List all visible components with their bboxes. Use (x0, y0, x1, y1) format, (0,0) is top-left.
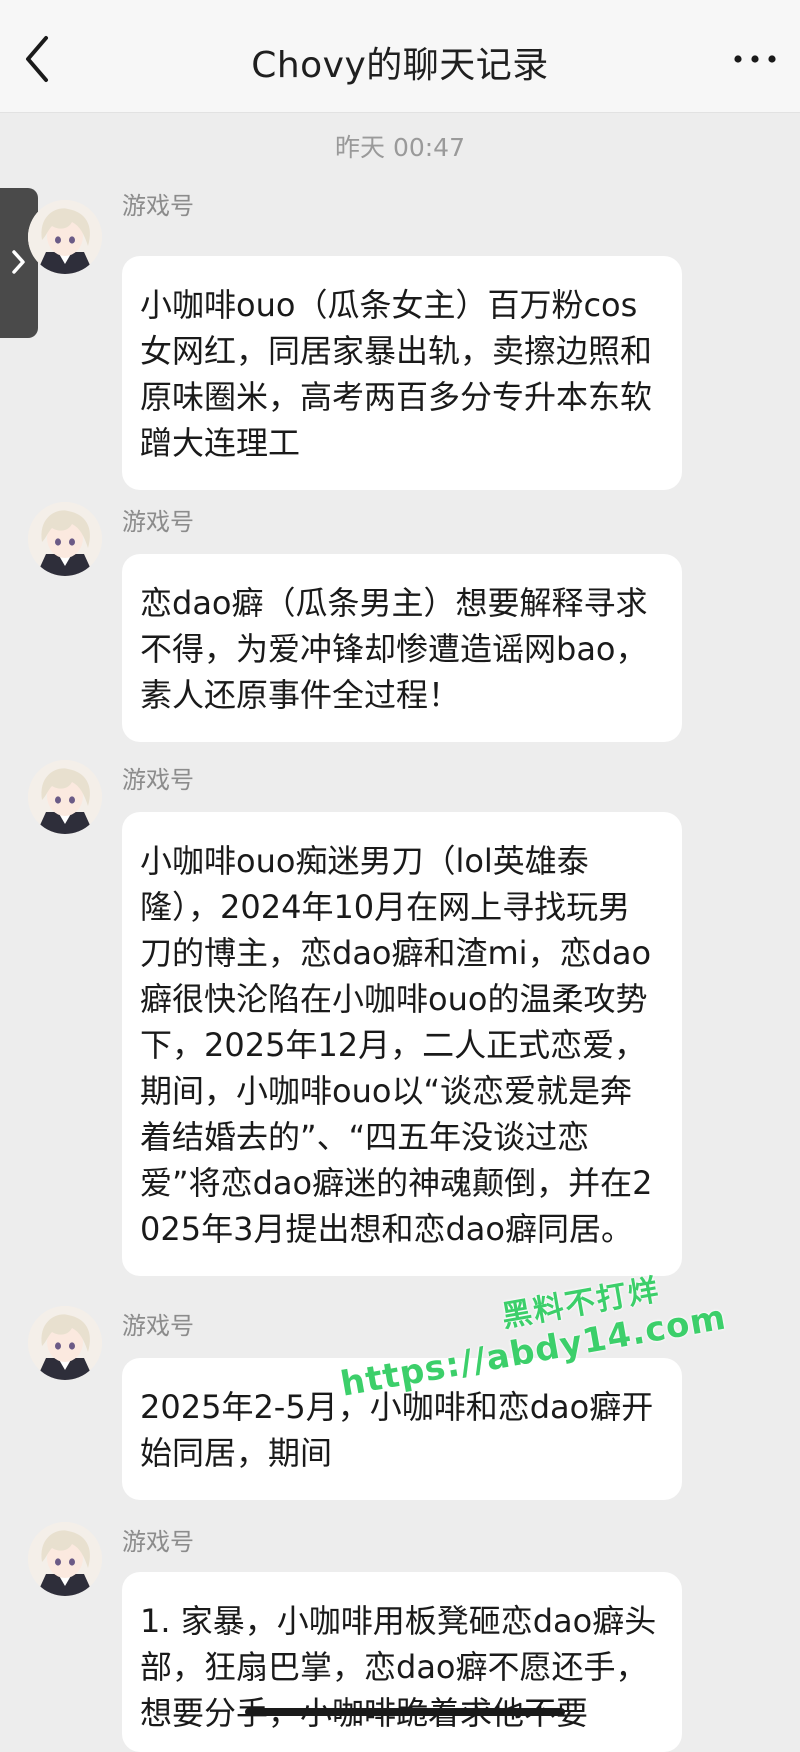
chevron-right-icon (12, 250, 25, 274)
message-bubble[interactable]: 1. 家暴，小咖啡用板凳砸恋dao癖头部，狂扇巴掌，恋dao癖不愿还手，想要分手… (122, 1572, 682, 1752)
home-indicator[interactable] (245, 1708, 565, 1716)
more-dots-icon (734, 55, 776, 63)
more-options-button[interactable] (728, 44, 782, 74)
back-button[interactable] (22, 34, 66, 86)
sender-avatar[interactable] (28, 760, 102, 834)
top-bar: Chovy的聊天记录 (0, 0, 800, 113)
chevron-left-icon (26, 36, 48, 82)
message-bubble[interactable]: 小咖啡ouo痴迷男刀（lol英雄泰隆），2024年10月在网上寻找玩男刀的博主，… (122, 812, 682, 1276)
sender-avatar[interactable] (28, 502, 102, 576)
sender-name: 游戏号 (122, 1528, 194, 1556)
sender-avatar[interactable] (28, 1306, 102, 1380)
sender-avatar[interactable] (28, 1522, 102, 1596)
message-bubble[interactable]: 小咖啡ouo（瓜条女主）百万粉cos女网红，同居家暴出轨，卖擦边照和原味圈米，高… (122, 256, 682, 490)
message-timestamp: 昨天 00:47 (335, 133, 465, 162)
sender-name: 游戏号 (122, 1312, 194, 1340)
side-expand-handle[interactable] (0, 188, 38, 338)
sender-avatar[interactable] (28, 200, 102, 274)
chat-title: Chovy的聊天记录 (251, 45, 549, 86)
message-bubble[interactable]: 恋dao癖（瓜条男主）想要解释寻求不得，为爱冲锋却惨遭造谣网bao，素人还原事件… (122, 554, 682, 742)
sender-name: 游戏号 (122, 766, 194, 794)
sender-name: 游戏号 (122, 192, 194, 220)
sender-name: 游戏号 (122, 508, 194, 536)
